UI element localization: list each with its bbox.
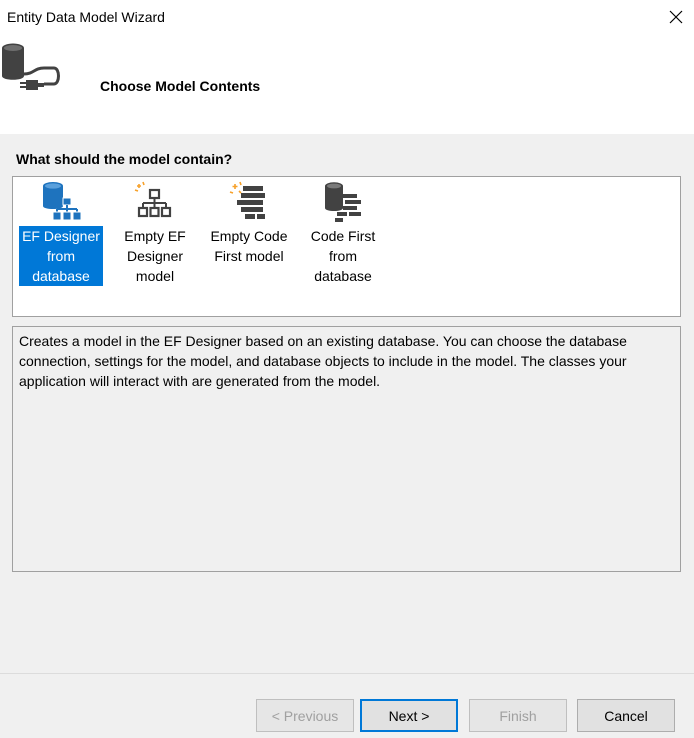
next-button[interactable]: Next > — [360, 699, 458, 732]
wizard-header: Choose Model Contents — [0, 34, 694, 134]
cancel-button[interactable]: Cancel — [577, 699, 675, 732]
previous-button[interactable]: < Previous — [256, 699, 354, 732]
page-heading: Choose Model Contents — [100, 78, 261, 94]
window-title: Entity Data Model Wizard — [7, 9, 165, 25]
item-label: Empty Code First model — [210, 228, 288, 264]
description-text: Creates a model in the EF Designer based… — [12, 326, 681, 572]
title-bar: Entity Data Model Wizard — [0, 0, 694, 34]
empty-ef-designer-model-icon — [134, 181, 172, 218]
close-button[interactable] — [664, 6, 688, 28]
code-first-from-database-icon — [325, 182, 361, 222]
item-label: Empty EF Designer model — [124, 228, 186, 284]
empty-code-first-model-icon — [229, 181, 265, 219]
item-ef-designer-from-database[interactable]: EF Designer from database — [19, 180, 103, 286]
model-content-question: What should the model contain? — [16, 151, 233, 167]
model-contents-list[interactable]: EF Designer from database Empty EF Designer… — [12, 176, 681, 317]
item-code-first-from-database[interactable]: Code First from database — [301, 180, 385, 286]
finish-button[interactable]: Finish — [469, 699, 567, 732]
item-empty-ef-designer-model[interactable]: Empty EF Designer model — [113, 180, 197, 286]
item-empty-code-first-model[interactable]: Empty Code First model — [207, 180, 291, 266]
item-label: Code First from database — [310, 228, 376, 284]
item-label: EF Designer from database — [19, 226, 103, 286]
database-connection-icon — [2, 43, 60, 90]
close-icon — [669, 10, 683, 24]
footer-divider — [0, 673, 694, 674]
ef-designer-from-database-icon — [43, 182, 82, 221]
